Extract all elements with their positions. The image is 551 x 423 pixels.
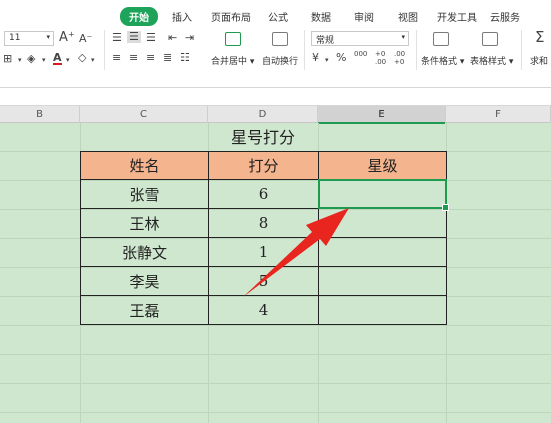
red-arrow-icon	[243, 208, 349, 297]
spreadsheet-window: 开始 插入 页面布局 公式 数据 审阅 视图 开发工具 云服务 11 ▾ A⁺ …	[0, 0, 551, 423]
annotation-arrow	[243, 208, 349, 297]
